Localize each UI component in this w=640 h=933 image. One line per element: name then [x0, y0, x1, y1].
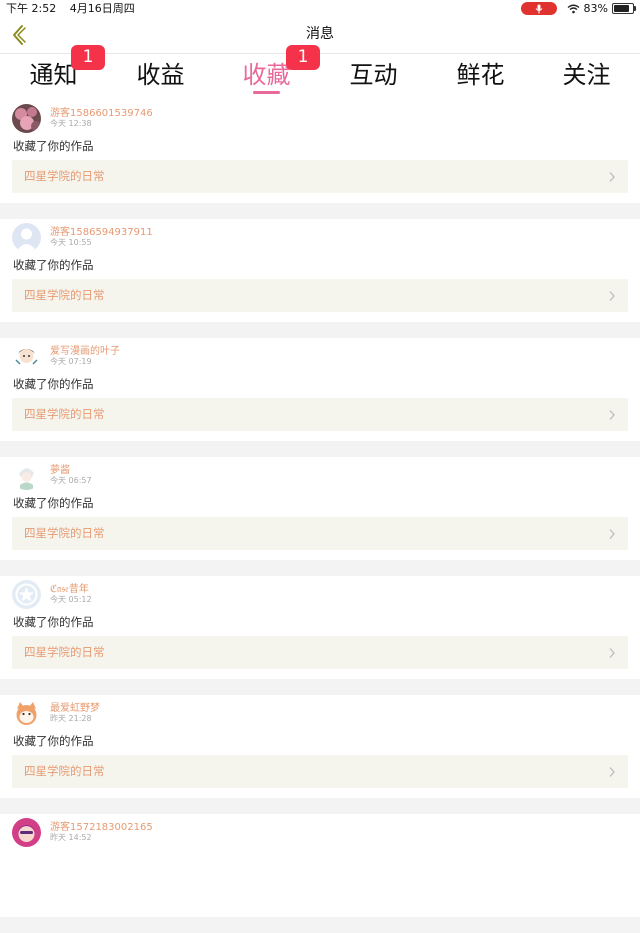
timestamp: 昨天 21:28	[50, 714, 92, 723]
work-title: 四星学院的日常	[24, 526, 105, 540]
battery-icon	[612, 3, 636, 14]
work-link[interactable]: 四星学院的日常	[12, 160, 628, 193]
work-link[interactable]: 四星学院的日常	[12, 755, 628, 788]
timestamp: 昨天 14:52	[50, 833, 92, 842]
avatar-default-icon	[12, 223, 41, 252]
action-text: 收藏了你的作品	[13, 734, 94, 748]
timestamp: 今天 12:38	[50, 119, 92, 128]
chevron-right-icon	[609, 648, 615, 658]
avatar-star-icon	[12, 580, 41, 609]
avatar[interactable]	[12, 699, 41, 728]
action-text: 收藏了你的作品	[13, 496, 94, 510]
work-title: 四星学院的日常	[24, 645, 105, 659]
username[interactable]: ℭ𝔞𝔰𝔢昔年	[50, 580, 89, 595]
username[interactable]: 夢酱	[50, 461, 70, 476]
work-link[interactable]: 四星学院的日常	[12, 279, 628, 312]
tab-interactions[interactable]: 互动	[320, 54, 427, 96]
list-item: 夢酱 今天 06:57 收藏了你的作品 四星学院的日常	[0, 457, 640, 560]
work-title: 四星学院的日常	[24, 288, 105, 302]
action-text: 收藏了你的作品	[13, 258, 94, 272]
active-tab-indicator	[253, 91, 280, 94]
status-right: 83%	[520, 0, 636, 17]
action-text: 收藏了你的作品	[13, 377, 94, 391]
work-title: 四星学院的日常	[24, 764, 105, 778]
tab-flowers[interactable]: 鲜花	[427, 54, 534, 96]
avatar[interactable]	[12, 461, 41, 490]
timestamp: 今天 10:55	[50, 238, 92, 247]
action-text: 收藏了你的作品	[13, 615, 94, 629]
avatar[interactable]	[12, 342, 41, 371]
message-list: 游客1586601539746 今天 12:38 收藏了你的作品 四星学院的日常…	[0, 100, 640, 933]
tab-earnings[interactable]: 收益	[107, 54, 214, 96]
list-item: 最爱虹野梦 昨天 21:28 收藏了你的作品 四星学院的日常	[0, 695, 640, 798]
list-item: 爱写漫画的叶子 今天 07:19 收藏了你的作品 四星学院的日常	[0, 338, 640, 441]
chevron-right-icon	[609, 529, 615, 539]
unread-badge: 1	[286, 45, 320, 70]
avatar-white-hair-icon	[12, 461, 41, 490]
timestamp: 今天 05:12	[50, 595, 92, 604]
timestamp: 今天 06:57	[50, 476, 92, 485]
wifi-icon	[567, 4, 579, 13]
chevron-right-icon	[609, 172, 615, 182]
avatar-pink-hair-icon	[12, 818, 41, 847]
username[interactable]: 游客1586601539746	[50, 104, 153, 119]
tab-favorites[interactable]: 收藏 1	[213, 45, 320, 96]
unread-badge: 1	[71, 45, 105, 70]
work-link[interactable]: 四星学院的日常	[12, 517, 628, 550]
tab-label: 收藏	[242, 61, 291, 89]
tab-label: 互动	[349, 61, 398, 89]
username[interactable]: 最爱虹野梦	[50, 699, 100, 714]
chevron-right-icon	[609, 291, 615, 301]
work-title: 四星学院的日常	[24, 407, 105, 421]
battery-percent: 83%	[583, 2, 608, 15]
avatar[interactable]	[12, 223, 41, 252]
battery-tip	[634, 6, 636, 11]
tab-label: 收益	[136, 61, 185, 89]
microphone-indicator-icon	[520, 2, 557, 15]
work-link[interactable]: 四星学院的日常	[12, 398, 628, 431]
chevron-right-icon	[609, 410, 615, 420]
username[interactable]: 爱写漫画的叶子	[50, 342, 120, 357]
list-item: ℭ𝔞𝔰𝔢昔年 今天 05:12 收藏了你的作品 四星学院的日常	[0, 576, 640, 679]
avatar-cartoon-cat-icon	[12, 699, 41, 728]
tab-label: 关注	[562, 61, 611, 89]
tab-bar: 通知 1 收益 收藏 1 互动 鲜花 关注	[0, 45, 640, 100]
battery-fill	[614, 5, 629, 12]
tab-label: 鲜花	[456, 61, 505, 89]
status-left: 下午 2:52 4月16日周四	[6, 0, 145, 17]
tab-following[interactable]: 关注	[533, 54, 640, 96]
status-bar: 下午 2:52 4月16日周四 83%	[0, 0, 640, 17]
list-item: 游客1586594937911 今天 10:55 收藏了你的作品 四星学院的日常	[0, 219, 640, 322]
avatar-anime-girl-icon	[12, 342, 41, 371]
timestamp: 今天 07:19	[50, 357, 92, 366]
work-link[interactable]: 四星学院的日常	[12, 636, 628, 669]
list-item: 游客1586601539746 今天 12:38 收藏了你的作品 四星学院的日常	[0, 100, 640, 203]
action-text: 收藏了你的作品	[13, 139, 94, 153]
list-item: 游客1572183002165 昨天 14:52	[0, 814, 640, 917]
avatar[interactable]	[12, 818, 41, 847]
avatar[interactable]	[12, 580, 41, 609]
chevron-right-icon	[609, 767, 615, 777]
avatar-flowers-icon	[12, 104, 41, 133]
username[interactable]: 游客1572183002165	[50, 818, 153, 833]
username[interactable]: 游客1586594937911	[50, 223, 153, 238]
status-time: 下午 2:52	[6, 2, 57, 15]
tab-notifications[interactable]: 通知 1	[0, 45, 107, 96]
status-date: 4月16日周四	[69, 2, 135, 15]
work-title: 四星学院的日常	[24, 169, 105, 183]
avatar[interactable]	[12, 104, 41, 133]
